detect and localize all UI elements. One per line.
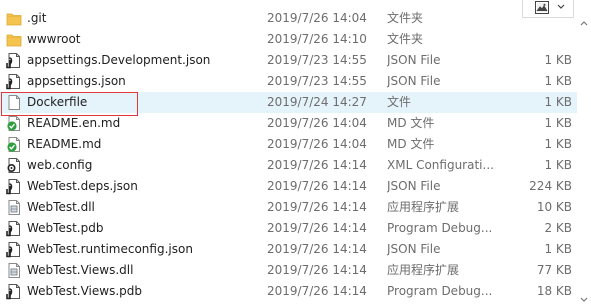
json-file-icon [6,241,22,258]
file-date-modified: 2019/7/24 14:27 [267,95,367,109]
file-type: 应用程序扩展 [387,200,460,214]
file-row[interactable]: WebTest.runtimeconfig.json 2019/7/26 14:1… [0,239,578,260]
file-date-modified: 2019/7/26 14:14 [267,200,367,214]
file-type: 应用程序扩展 [387,263,460,277]
file-row[interactable]: .git 2019/7/26 14:04 文件夹 [0,8,578,29]
file-name: .git [27,11,47,25]
vertical-scrollbar[interactable] [577,20,591,305]
file-size: 1 KB [544,95,572,109]
file-type: Program Debug... [387,284,493,298]
file-type: Program Debug... [387,221,493,235]
file-size: 1 KB [544,242,572,256]
config-file-icon [6,157,22,174]
md-file-icon [6,136,22,153]
pdb-file-icon [6,283,22,300]
folder-icon [6,31,22,48]
file-row[interactable]: WebTest.dll 2019/7/26 14:14 应用程序扩展 10 KB [0,197,578,218]
dll-file-icon [6,262,22,279]
file-date-modified: 2019/7/26 14:14 [267,221,367,235]
file-name: appsettings.Development.json [27,53,211,67]
scroll-up-icon[interactable] [580,20,588,26]
file-date-modified: 2019/7/23 14:55 [267,74,367,88]
folder-icon [6,10,22,27]
file-explorer: .git 2019/7/26 14:04 文件夹 wwwroot 2019/7/26 1… [0,0,591,305]
file-date-modified: 2019/7/26 14:10 [267,32,367,46]
file-row[interactable]: WebTest.Views.pdb 2019/7/26 14:14 Program … [0,281,578,302]
file-date-modified: 2019/7/26 14:14 [267,263,367,277]
file-name: WebTest.Views.dll [27,263,134,277]
md-file-icon [6,115,22,132]
file-date-modified: 2019/7/26 14:14 [267,179,367,193]
file-row[interactable]: Dockerfile 2019/7/24 14:27 文件 1 KB [0,92,578,113]
file-size: 1 KB [544,158,572,172]
file-type: 文件 [387,95,412,109]
file-date-modified: 2019/7/26 14:14 [267,242,367,256]
file-name: Dockerfile [27,95,88,109]
file-size: 1 KB [544,74,572,88]
file-date-modified: 2019/7/23 14:55 [267,53,367,67]
file-name: appsettings.json [27,74,126,88]
file-name: WebTest.pdb [27,221,104,235]
file-row[interactable]: appsettings.Development.json 2019/7/23 14… [0,50,578,71]
pdb-file-icon [6,220,22,237]
file-row[interactable]: wwwroot 2019/7/26 14:10 文件夹 [0,29,578,50]
file-type: JSON File [387,53,441,67]
json-file-icon [6,52,22,69]
json-file-icon [6,178,22,195]
file-size: 1 KB [544,116,572,130]
file-name: WebTest.runtimeconfig.json [27,242,193,256]
file-type: JSON File [387,74,441,88]
file-name: WebTest.deps.json [27,179,138,193]
file-row[interactable]: README.md 2019/7/26 14:04 MD 文件 1 KB [0,134,578,155]
file-date-modified: 2019/7/26 14:14 [267,158,367,172]
file-name: README.en.md [27,116,121,130]
file-type: JSON File [387,179,441,193]
dll-file-icon [6,199,22,216]
file-size: 77 KB [536,263,572,277]
file-size: 224 KB [529,179,572,193]
file-row[interactable]: WebTest.deps.json 2019/7/26 14:14 JSON Fil… [0,176,578,197]
file-date-modified: 2019/7/26 14:04 [267,116,367,130]
file-name: README.md [27,137,102,151]
file-row[interactable]: WebTest.pdb 2019/7/26 14:14 Program Debug.… [0,218,578,239]
file-name: wwwroot [27,32,81,46]
file-size: 18 KB [536,284,572,298]
file-row[interactable]: WebTest.Views.dll 2019/7/26 14:14 应用程序扩展 77… [0,260,578,281]
file-size: 1 KB [544,53,572,67]
file-type: MD 文件 [387,116,435,130]
file-date-modified: 2019/7/26 14:04 [267,11,367,25]
file-type: MD 文件 [387,137,435,151]
blank-file-icon [6,94,22,111]
file-type: JSON File [387,242,441,256]
file-row[interactable]: web.config 2019/7/26 14:14 XML Configurati… [0,155,578,176]
json-file-icon [6,73,22,90]
file-date-modified: 2019/7/26 14:04 [267,137,367,151]
file-name: web.config [27,158,93,172]
file-size: 1 KB [544,137,572,151]
file-name: WebTest.Views.pdb [27,284,143,298]
file-type: XML Configurati... [387,158,494,172]
file-name: WebTest.dll [27,200,95,214]
file-size: 10 KB [536,200,572,214]
scroll-down-icon[interactable] [580,297,588,303]
file-date-modified: 2019/7/26 14:14 [267,284,367,298]
file-row[interactable]: appsettings.json 2019/7/23 14:55 JSON File… [0,71,578,92]
file-type: 文件夹 [387,11,424,25]
file-list: .git 2019/7/26 14:04 文件夹 wwwroot 2019/7/26 1… [0,8,591,302]
file-type: 文件夹 [387,32,424,46]
file-size: 2 KB [544,221,572,235]
file-row[interactable]: README.en.md 2019/7/26 14:04 MD 文件 1 KB [0,113,578,134]
